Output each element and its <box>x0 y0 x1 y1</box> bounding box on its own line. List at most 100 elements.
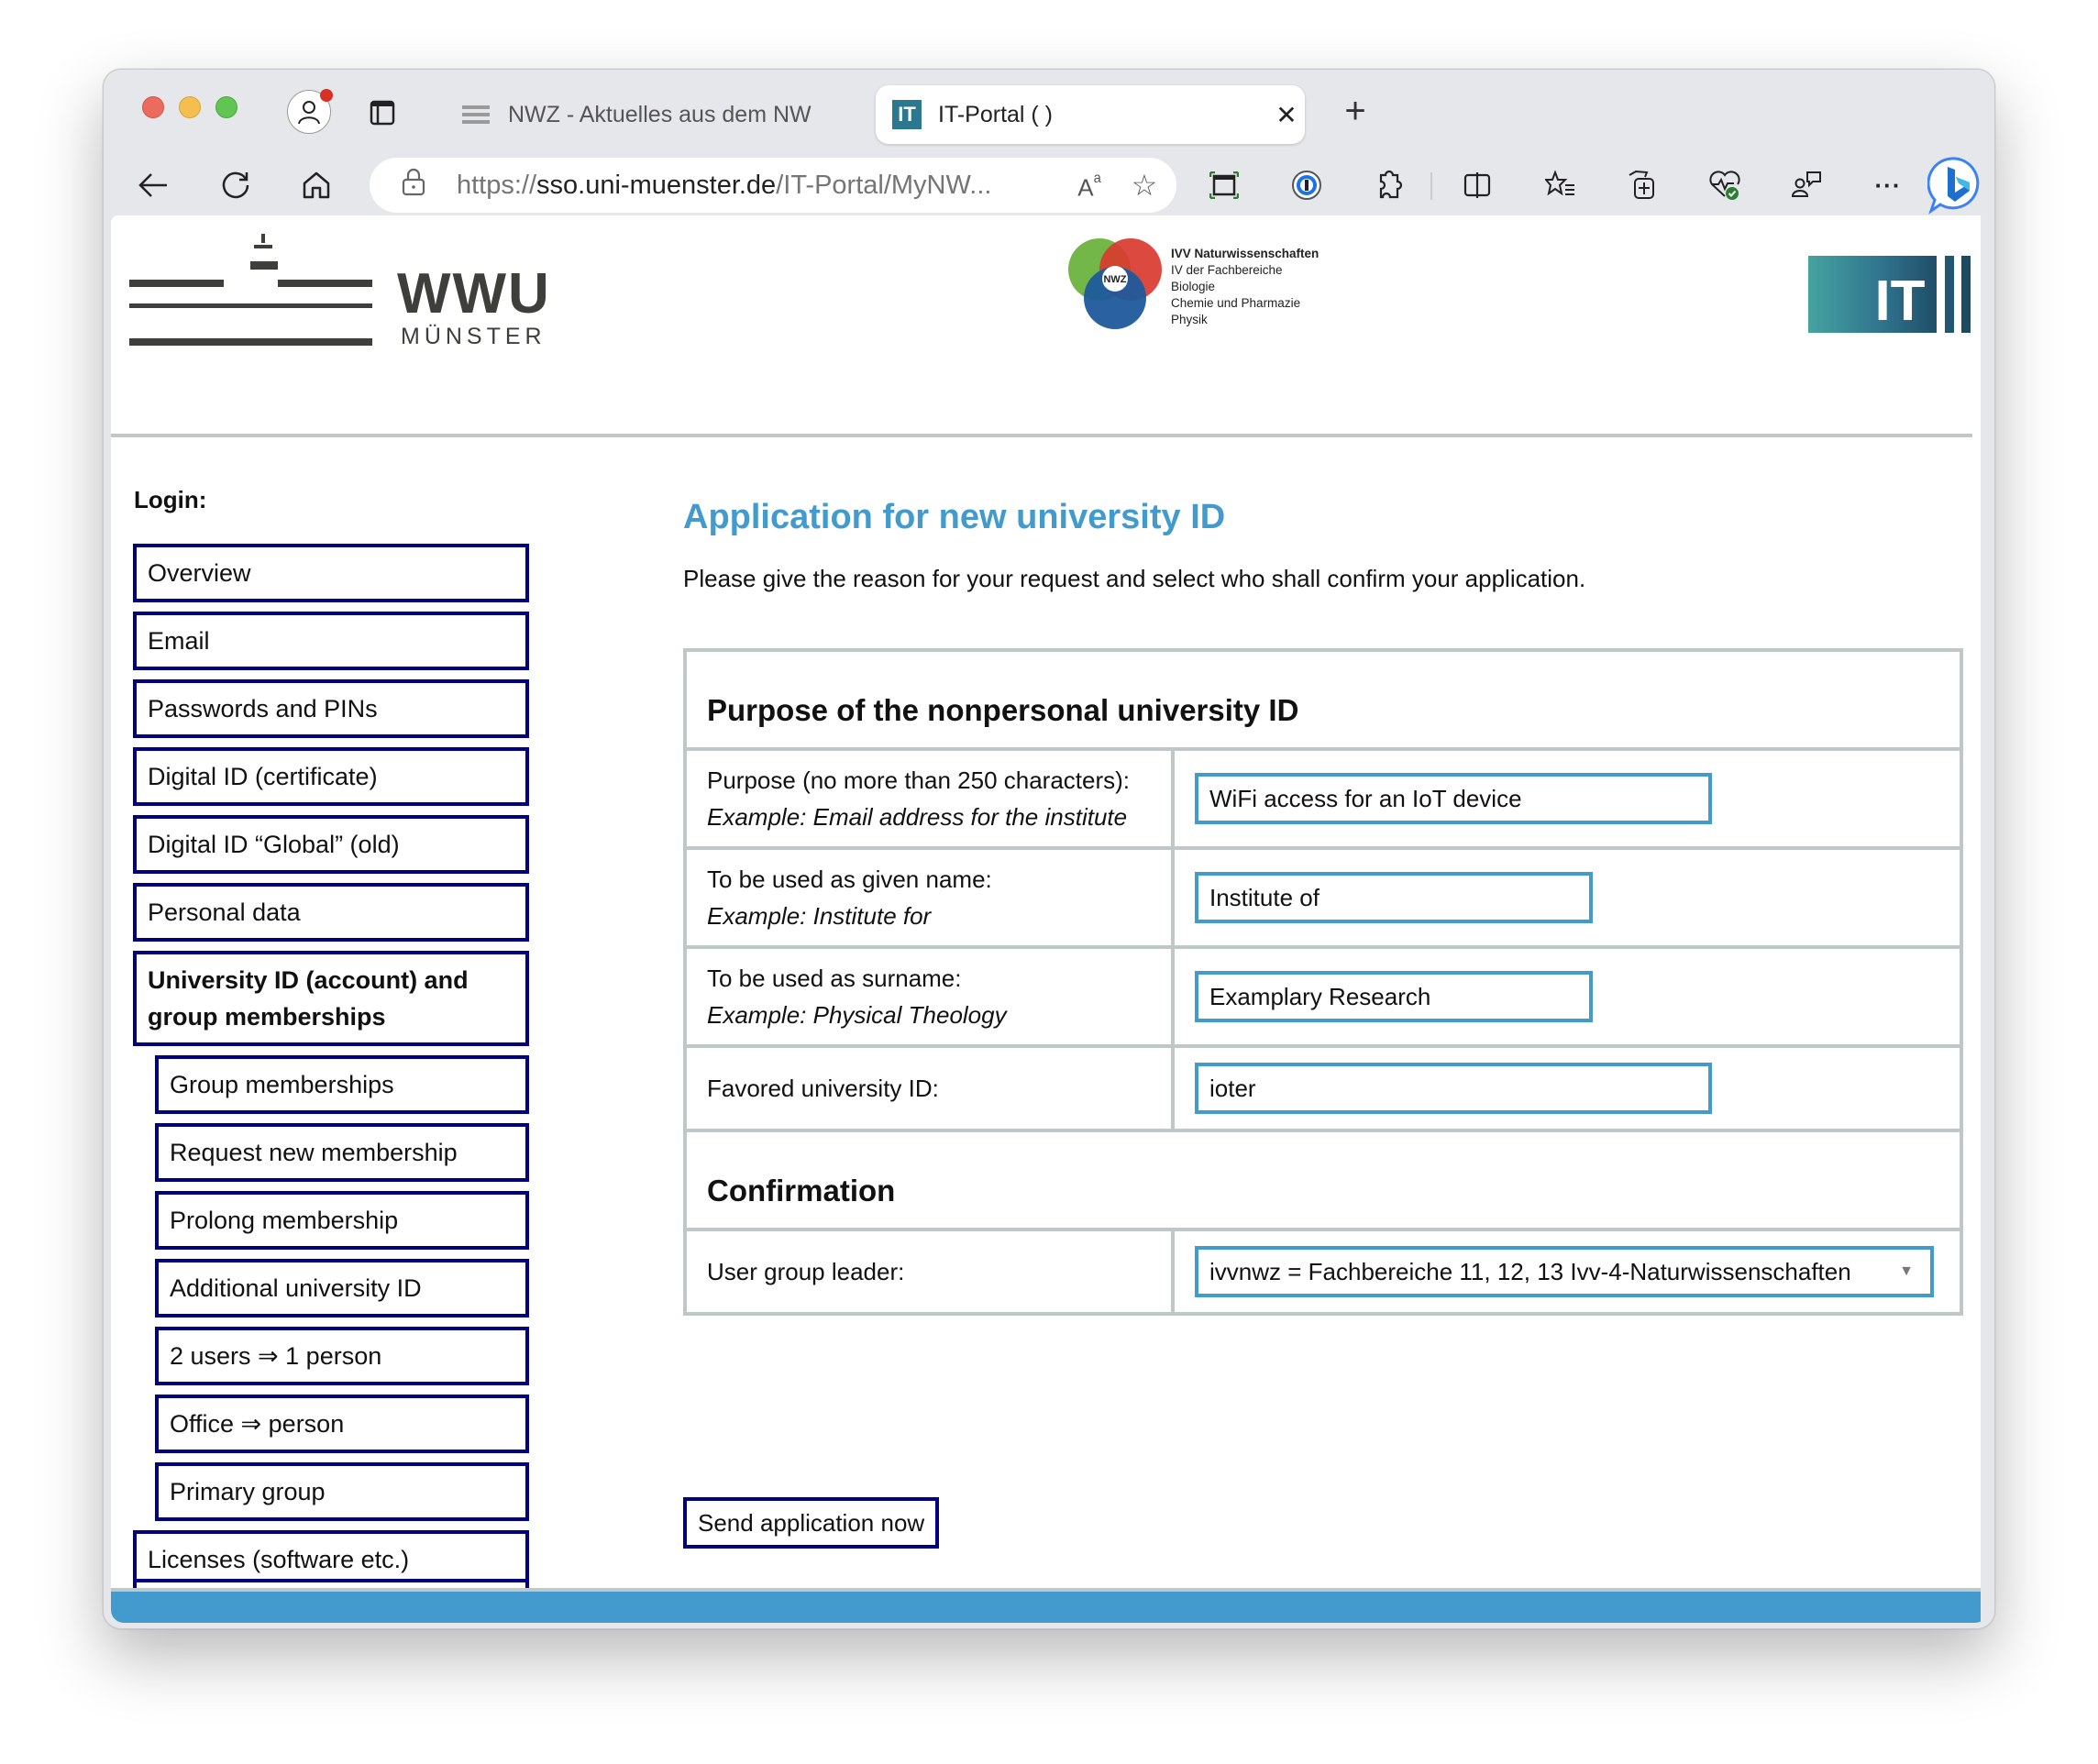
split-screen-icon <box>1463 172 1491 198</box>
form-row-purpose: Purpose (no more than 250 characters): E… <box>683 747 1963 850</box>
sidebar-item-office-person[interactable]: Office ⇒ person <box>155 1395 529 1453</box>
vertical-tabs-button[interactable] <box>370 100 395 126</box>
url-domain: sso.uni-muenster.de <box>536 170 777 200</box>
sidebar-item-digital-id-global[interactable]: Digital ID “Global” (old) <box>133 815 529 874</box>
tab-it-portal[interactable]: IT IT-Portal ( ) ✕ <box>876 85 1305 144</box>
reload-icon <box>222 171 249 199</box>
nwz-line: Physik <box>1171 313 1208 326</box>
sidebar-item-primary-group[interactable]: Primary group <box>155 1462 529 1521</box>
nwz-line: Biologie <box>1171 280 1216 293</box>
extensions-button[interactable] <box>1367 163 1411 207</box>
group-leader-label: User group leader: <box>683 1228 1175 1316</box>
sidebar-item-two-users[interactable]: 2 users ⇒ 1 person <box>155 1327 529 1385</box>
collections-button[interactable] <box>1620 163 1664 207</box>
read-aloud-icon[interactable]: Aᵃ <box>1066 169 1112 203</box>
reload-button[interactable] <box>214 163 258 207</box>
sidebar-item-email[interactable]: Email <box>133 612 529 670</box>
tab-title: IT-Portal ( ) <box>938 101 1054 127</box>
site-header: WWU MÜNSTER NWZ IVV Naturwissenschaften … <box>111 215 1972 437</box>
dropdown-arrow-icon: ▼ <box>1899 1263 1914 1279</box>
main-content: Application for new university ID Please… <box>683 491 1967 1549</box>
given-name-input[interactable]: Institute of <box>1195 872 1593 923</box>
screenshot-button[interactable] <box>1202 163 1246 207</box>
browser-essentials-button[interactable] <box>1703 163 1747 207</box>
1password-icon <box>1292 171 1321 200</box>
back-button[interactable] <box>131 163 175 207</box>
address-bar[interactable]: https://sso.uni-muenster.de/IT-Portal/My… <box>370 158 1176 213</box>
intro-text: Please give the reason for your request … <box>683 565 1586 592</box>
close-tab-icon[interactable]: ✕ <box>1268 100 1305 130</box>
form-row-group-leader: User group leader: ivvnwz = Fachbereiche… <box>683 1228 1963 1316</box>
extensions-icon <box>1379 170 1403 199</box>
favorites-icon <box>1545 171 1574 196</box>
nwz-badge-text: NWZ <box>1103 274 1126 285</box>
favored-id-input[interactable]: ioter <box>1195 1063 1712 1114</box>
favorite-star-icon[interactable]: ☆ <box>1112 168 1176 203</box>
tab-bar: NWZ - Aktuelles aus dem NW ✕ IT IT-Porta… <box>104 70 1994 152</box>
notification-dot <box>320 89 333 102</box>
send-application-button[interactable]: Send application now <box>683 1497 940 1549</box>
collections-icon <box>1629 170 1654 199</box>
group-leader-select[interactable]: ivvnwz = Fachbereiche 11, 12, 13 Ivv-4-N… <box>1195 1246 1934 1297</box>
minimize-window-button[interactable] <box>179 96 201 118</box>
split-screen-button[interactable] <box>1455 163 1499 207</box>
maximize-window-button[interactable] <box>215 96 237 118</box>
back-icon <box>138 173 167 197</box>
more-menu-button[interactable]: ··· <box>1866 163 1910 207</box>
profile-button[interactable] <box>287 89 333 134</box>
it-logo-text: IT <box>1874 270 1925 333</box>
given-name-example: Example: Institute for <box>707 902 932 930</box>
surname-example: Example: Physical Theology <box>707 1001 1007 1029</box>
sidebar-item-overview[interactable]: Overview <box>133 544 529 602</box>
purpose-label: Purpose (no more than 250 characters): E… <box>683 747 1175 850</box>
url-prefix: https:// <box>457 170 537 200</box>
surname-label-text: To be used as surname: <box>707 965 962 992</box>
scrollbar[interactable] <box>1981 215 1988 1623</box>
nwz-line: Chemie und Pharmazie <box>1171 296 1301 310</box>
nwz-favicon-icon <box>462 101 490 128</box>
purpose-input[interactable]: WiFi access for an IoT device <box>1195 773 1712 824</box>
feedback-button[interactable] <box>1784 163 1828 207</box>
browser-essentials-icon <box>1709 171 1740 200</box>
given-name-label-text: To be used as given name: <box>707 865 992 893</box>
new-tab-button[interactable]: + <box>1332 88 1378 134</box>
form-row-given-name: To be used as given name: Example: Insti… <box>683 846 1963 949</box>
sidebar-item-request-membership[interactable]: Request new membership <box>155 1123 529 1182</box>
application-form: Purpose of the nonpersonal university ID… <box>683 648 1963 1316</box>
nwz-line: IVV Naturwissenschaften <box>1171 247 1320 260</box>
nwz-line: IV der Fachbereiche <box>1171 263 1283 277</box>
more-icon: ··· <box>1874 171 1902 199</box>
browser-toolbar: https://sso.uni-muenster.de/IT-Portal/My… <box>104 152 1994 216</box>
password-manager-button[interactable] <box>1285 163 1329 207</box>
surname-label: To be used as surname: Example: Physical… <box>683 945 1175 1048</box>
section-heading-confirmation: Confirmation <box>683 1129 1963 1231</box>
sidebar-item-passwords[interactable]: Passwords and PINs <box>133 679 529 738</box>
close-window-button[interactable] <box>142 96 164 118</box>
form-row-favored-id: Favored university ID: ioter <box>683 1044 1963 1132</box>
home-button[interactable] <box>294 163 338 207</box>
nwz-logo-text: IVV Naturwissenschaften IV der Fachberei… <box>1171 246 1319 328</box>
sidebar-nav: Overview Email Passwords and PINs Digita… <box>133 544 529 1623</box>
tab-actions-icon <box>370 100 395 126</box>
purpose-label-text: Purpose (no more than 250 characters): <box>707 766 1131 794</box>
sidebar-item-university-id[interactable]: University ID (account) and group member… <box>133 951 529 1046</box>
wwu-logo-text: WWU <box>397 262 551 325</box>
url-path: /IT-Portal/MyNW... <box>776 170 992 200</box>
favorites-button[interactable] <box>1539 163 1583 207</box>
form-row-surname: To be used as surname: Example: Physical… <box>683 945 1963 1048</box>
feedback-icon <box>1791 171 1821 197</box>
group-leader-selected-value: ivvnwz = Fachbereiche 11, 12, 13 Ivv-4-N… <box>1209 1258 1851 1285</box>
info-banner: To become member of a user group, your a… <box>111 1588 1982 1623</box>
url-text[interactable]: https://sso.uni-muenster.de/IT-Portal/My… <box>457 171 1066 201</box>
browser-window: NWZ - Aktuelles aus dem NW ✕ IT IT-Porta… <box>103 69 1995 1629</box>
surname-input[interactable]: Examplary Research <box>1195 971 1593 1022</box>
copilot-button[interactable] <box>1927 156 1985 215</box>
sidebar-item-prolong-membership[interactable]: Prolong membership <box>155 1191 529 1250</box>
sidebar-item-group-memberships[interactable]: Group memberships <box>155 1055 529 1114</box>
toolbar-divider <box>1430 172 1432 200</box>
section-heading-purpose: Purpose of the nonpersonal university ID <box>683 648 1963 751</box>
sidebar-item-additional-id[interactable]: Additional university ID <box>155 1259 529 1317</box>
sidebar-item-digital-id[interactable]: Digital ID (certificate) <box>133 747 529 806</box>
sidebar-item-personal-data[interactable]: Personal data <box>133 883 529 942</box>
lock-icon[interactable] <box>402 167 429 204</box>
